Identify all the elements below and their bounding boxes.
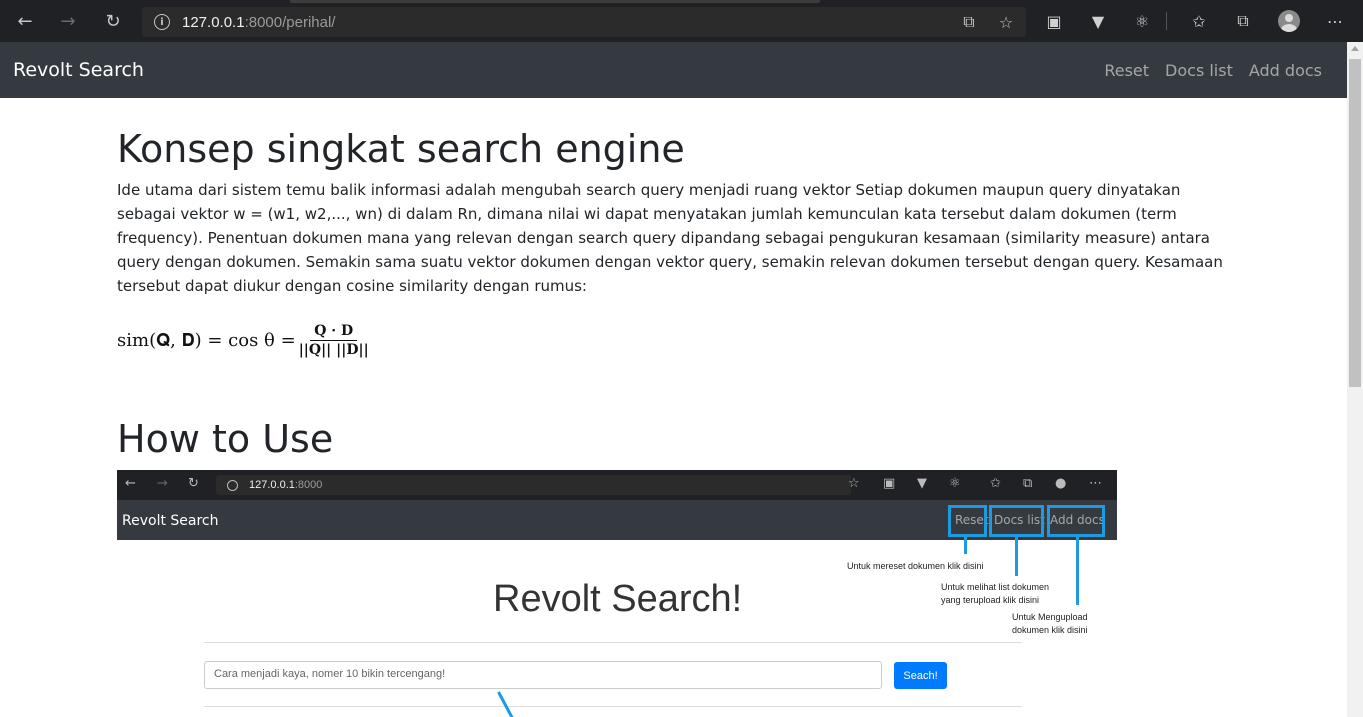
pointer-docs-list (1015, 537, 1018, 576)
formula-denominator: ||Q|| ||D|| (298, 341, 369, 358)
screenshot-url: 127.0.0.1:8000 (249, 479, 323, 491)
howto-title: How to Use (117, 417, 334, 461)
tab-indicator (290, 0, 820, 3)
screenshot-profile-icon: ● (1055, 476, 1067, 491)
screenshot-forward-icon: → (157, 476, 168, 491)
pointer-search (497, 691, 514, 717)
back-icon[interactable]: ← (14, 10, 36, 32)
address-bar[interactable]: i 127.0.0.1:8000/perihal/ ⧉ ☆ (142, 7, 1026, 37)
nav-reset-link[interactable]: Reset (1104, 61, 1149, 80)
vue-icon[interactable]: ▼ (1088, 11, 1108, 31)
screenshot-search-button: Seach! (894, 662, 947, 689)
formula-numerator: Q · D (310, 323, 358, 341)
brand-logo[interactable]: Revolt Search (13, 59, 144, 81)
screenshot-react-icon: ⚛ (949, 476, 961, 491)
extension-icon[interactable]: ▣ (1044, 11, 1064, 31)
forward-icon[interactable]: → (57, 10, 79, 32)
formula-fraction: Q · D ||Q|| ||D|| (299, 323, 369, 358)
intro-paragraph: Ide utama dari sistem temu balik informa… (117, 181, 1223, 295)
cosine-formula: sim(𝐐, 𝐃) = cos θ = Q · D ||Q|| ||D|| (117, 316, 369, 364)
screenshot-hero-title: Revolt Search! (493, 578, 743, 620)
translate-icon[interactable]: ⧉ (960, 12, 978, 31)
screenshot-collections-icon: ⧉ (1023, 476, 1033, 491)
toolbar-divider (1166, 12, 1167, 30)
browser-toolbar: ← → ↻ i 127.0.0.1:8000/perihal/ ⧉ ☆ ▣ ▼ … (0, 0, 1363, 42)
note-reset: Untuk mereset dokumen klik disini (847, 561, 984, 571)
page-title: Konsep singkat search engine (117, 127, 685, 171)
screenshot-vue-icon: ▼ (917, 476, 927, 491)
screenshot-divider-bottom (204, 706, 1022, 707)
screenshot-favorites-icon: ✩ (990, 476, 1001, 491)
page-scrollbar[interactable] (1347, 42, 1363, 717)
collections-icon[interactable]: ⧉ (1233, 11, 1253, 31)
highlight-reset (948, 505, 987, 537)
screenshot-address-bar: 127.0.0.1:8000 (216, 475, 851, 495)
nav-add-docs-link[interactable]: Add docs (1249, 61, 1322, 80)
screenshot-refresh-icon: ↻ (188, 476, 199, 491)
note-add-docs: Untuk Mengupload dokumen klik disini (1012, 612, 1088, 635)
scroll-up-icon[interactable] (1351, 46, 1359, 51)
formula-lhs: sim(𝐐, 𝐃) = cos θ = (117, 329, 296, 351)
screenshot-info-icon (227, 479, 238, 491)
screenshot-brand: Revolt Search (122, 513, 219, 529)
refresh-icon[interactable]: ↻ (102, 10, 124, 32)
screenshot-star-icon: ☆ (848, 476, 860, 491)
howto-screenshot: ← → ↻ 127.0.0.1:8000 ☆ ▣ ▼ ⚛ ✩ ⧉ ● ⋯ Rev… (117, 470, 1117, 717)
screenshot-back-icon: ← (125, 476, 136, 491)
nav-links: Reset Docs list Add docs (1104, 61, 1322, 80)
highlight-add-docs (1047, 505, 1105, 537)
profile-icon[interactable] (1278, 10, 1300, 32)
info-icon[interactable]: i (154, 14, 170, 30)
star-icon[interactable]: ☆ (997, 13, 1015, 32)
react-icon[interactable]: ⚛ (1132, 11, 1152, 31)
scrollbar-thumb[interactable] (1349, 59, 1361, 387)
highlight-docs-list (989, 505, 1044, 537)
note-docs-list: Untuk melihat list dokumen yang terupload… (941, 582, 1050, 605)
screenshot-divider (204, 642, 1022, 643)
screenshot-search-input: Cara menjadi kaya, nomer 10 bikin tercen… (204, 661, 882, 689)
screenshot-more-icon: ⋯ (1089, 476, 1102, 491)
more-icon[interactable]: ⋯ (1325, 11, 1345, 31)
pointer-reset (964, 537, 967, 554)
pointer-add-docs (1076, 537, 1079, 605)
favorites-icon[interactable]: ✩ (1189, 11, 1209, 31)
screenshot-browser-toolbar: ← → ↻ 127.0.0.1:8000 ☆ ▣ ▼ ⚛ ✩ ⧉ ● ⋯ (117, 470, 1117, 500)
site-navbar: Revolt Search Reset Docs list Add docs (0, 42, 1347, 98)
url-text[interactable]: 127.0.0.1:8000/perihal/ (182, 14, 335, 31)
screenshot-extension-icon: ▣ (883, 476, 896, 491)
nav-docs-list-link[interactable]: Docs list (1165, 61, 1233, 80)
